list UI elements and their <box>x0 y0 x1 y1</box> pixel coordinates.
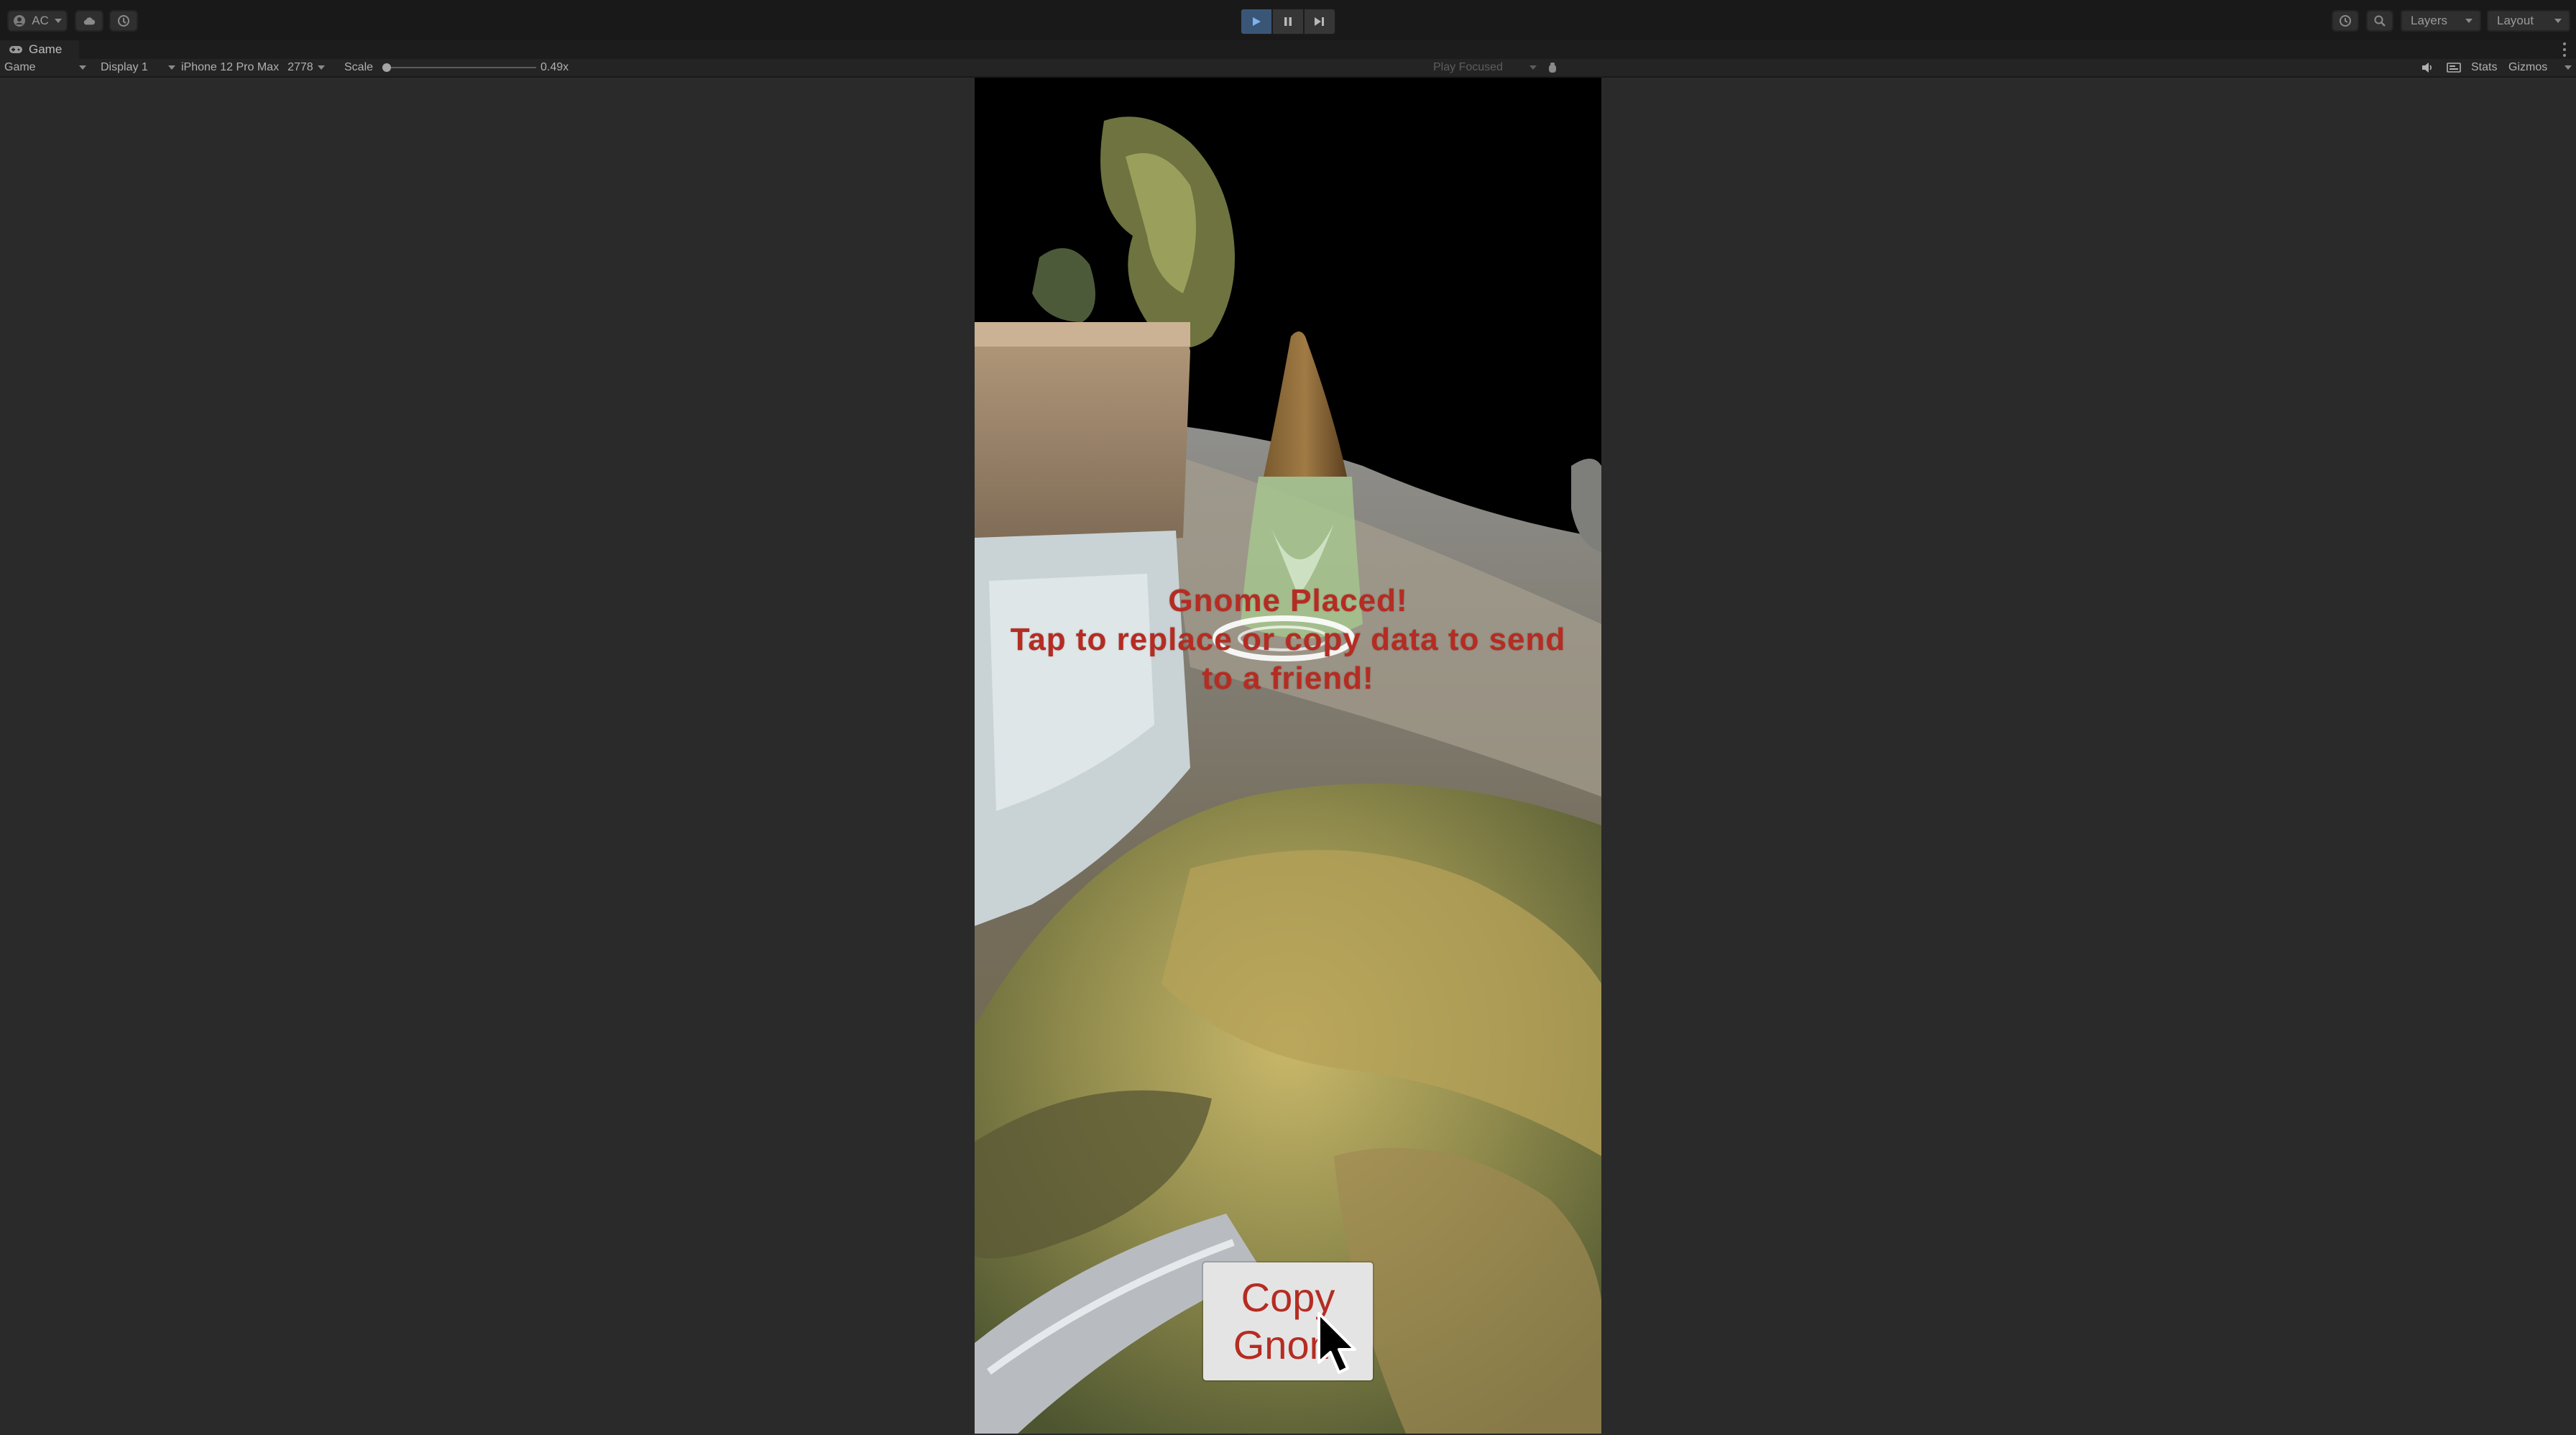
cloud-button[interactable] <box>75 10 104 32</box>
speaker-icon <box>2422 63 2432 73</box>
pause-icon <box>1284 17 1292 26</box>
scale-label: Scale <box>344 61 374 73</box>
history-icon <box>2340 15 2351 27</box>
resolution-label: 2778 <box>288 61 313 73</box>
search-button[interactable] <box>2366 10 2393 32</box>
history-button[interactable] <box>2332 10 2359 32</box>
status-message-line1: Gnome Placed! <box>1168 583 1408 618</box>
more-options-icon[interactable] <box>2563 42 2566 57</box>
chevron-down-icon <box>1530 65 1537 70</box>
play-focus-label: Play Focused <box>1433 61 1503 73</box>
mode-label: Game <box>4 61 36 73</box>
status-message-line2: Tap to replace or copy data to send <box>1010 622 1566 657</box>
account-icon <box>14 15 26 27</box>
display-dropdown[interactable]: Display 1 <box>101 59 175 76</box>
frame-debugger-button[interactable] <box>1547 59 1558 76</box>
layers-label: Layers <box>2411 14 2448 27</box>
scale-slider-track[interactable] <box>388 67 536 68</box>
play-focus-dropdown[interactable]: Play Focused <box>1433 59 1537 76</box>
gizmos-dropdown[interactable]: Gizmos <box>2508 59 2572 76</box>
layout-label: Layout <box>2497 14 2534 27</box>
collab-icon <box>118 15 129 27</box>
chevron-down-icon <box>2465 19 2472 23</box>
mouse-pointer-icon <box>1317 1312 1356 1374</box>
account-label: AC <box>32 14 49 27</box>
chevron-down-icon <box>2554 19 2562 23</box>
chevron-down-icon <box>54 19 62 23</box>
stats-overlay-button[interactable] <box>2447 59 2461 76</box>
chevron-down-icon <box>2564 65 2572 70</box>
game-viewport[interactable]: Gnome Placed! Tap to replace or copy dat… <box>975 78 1601 1434</box>
display-label: Display 1 <box>101 61 148 73</box>
panel-tab-bar: Game <box>0 40 2576 59</box>
account-dropdown[interactable]: AC <box>7 10 68 32</box>
tab-game[interactable]: Game <box>0 40 79 59</box>
chevron-down-icon <box>168 65 175 70</box>
layers-dropdown[interactable]: Layers <box>2401 10 2481 32</box>
resolution-dropdown[interactable]: iPhone 12 Pro Max 2778 <box>181 59 335 76</box>
step-icon <box>1315 17 1324 26</box>
device-label: iPhone 12 Pro Max <box>181 61 280 73</box>
scale-slider-handle[interactable] <box>382 63 391 72</box>
game-view-controls: Game Display 1 iPhone 12 Pro Max 2778 Sc… <box>0 59 2576 78</box>
tab-game-label: Game <box>29 42 63 56</box>
search-icon <box>2374 15 2386 27</box>
bug-icon <box>1549 63 1556 73</box>
collab-button[interactable] <box>109 10 138 32</box>
main-toolbar: AC Layers Layout <box>0 0 2576 42</box>
gizmos-label: Gizmos <box>2508 61 2548 73</box>
chevron-down-icon <box>317 65 325 70</box>
mute-audio-button[interactable] <box>2421 59 2434 76</box>
display-icon <box>2447 63 2461 73</box>
stats-button[interactable]: Stats <box>2471 59 2497 76</box>
layout-dropdown[interactable]: Layout <box>2487 10 2570 32</box>
cloud-icon <box>83 17 96 25</box>
chevron-down-icon <box>79 65 86 70</box>
step-button[interactable] <box>1304 9 1335 35</box>
pause-button[interactable] <box>1272 9 1304 35</box>
mode-dropdown[interactable]: Game <box>4 59 86 76</box>
play-button[interactable] <box>1241 9 1272 35</box>
status-message-line3: to a friend! <box>1202 661 1374 696</box>
play-controls <box>1241 9 1335 35</box>
gamepad-icon <box>9 46 22 53</box>
scale-value: 0.49x <box>540 61 569 73</box>
ar-scene-image <box>975 78 1601 1434</box>
play-icon <box>1253 17 1261 26</box>
